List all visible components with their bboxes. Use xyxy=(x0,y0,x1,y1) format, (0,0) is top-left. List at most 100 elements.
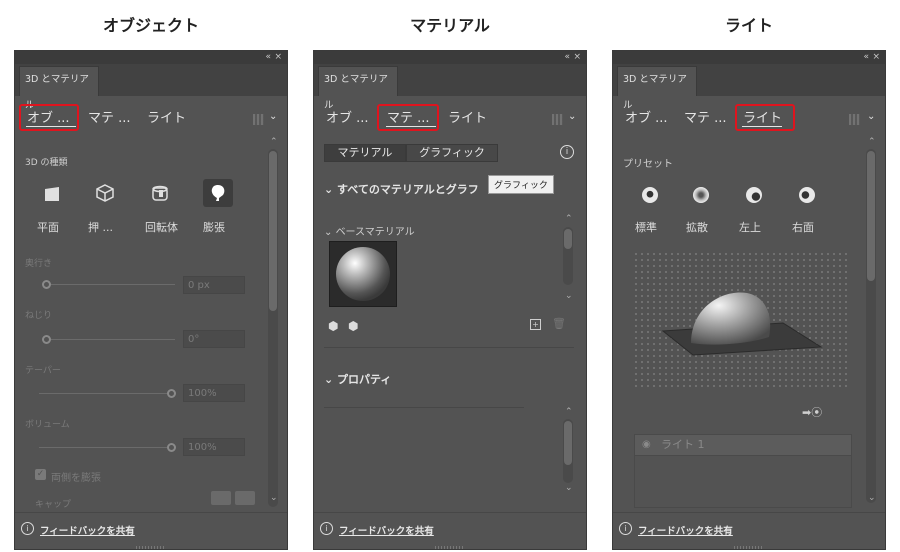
list-scrollbar[interactable] xyxy=(563,227,573,285)
properties-label: プロパティ xyxy=(337,373,392,386)
eye-icon[interactable]: ◉ xyxy=(642,435,651,455)
resize-grip[interactable] xyxy=(435,546,465,549)
light-list-area xyxy=(634,456,852,508)
segment-material[interactable]: マテリアル xyxy=(324,144,406,162)
scroll-up-icon[interactable]: ⌃ xyxy=(868,137,876,147)
tab-3d-materials[interactable]: 3D とマテリアル xyxy=(617,66,697,111)
presets-label: プリセット xyxy=(623,159,673,170)
nav-material[interactable]: マテ ... xyxy=(684,107,727,126)
scroll-down-icon[interactable]: ⌄ xyxy=(565,483,573,493)
nav-light[interactable]: ライト xyxy=(147,107,186,126)
light-list-item[interactable]: ◉ ライト 1 xyxy=(634,434,852,456)
light-panel: « × 3D とマテリアル オブ ... マテ ... ライト ⌄ プリセット … xyxy=(612,50,886,550)
divider xyxy=(324,347,574,348)
tab-3d-materials[interactable]: 3D とマテリアル xyxy=(19,66,99,111)
preset-right-label: 右面 xyxy=(792,221,814,234)
collapse-icon[interactable]: « xyxy=(863,51,869,64)
preset-diffuse-label: 拡散 xyxy=(686,221,708,234)
type-plane-label: 平面 xyxy=(37,221,59,234)
feedback-link[interactable]: フィードバックを共有 xyxy=(638,523,733,537)
volume-label: ボリューム xyxy=(25,420,70,430)
scrollbar[interactable] xyxy=(268,149,278,507)
tab-3d-materials[interactable]: 3D とマテリアル xyxy=(318,66,398,111)
close-icon[interactable]: × xyxy=(872,51,880,64)
preset-standard-icon[interactable] xyxy=(642,187,658,203)
volume-slider-knob[interactable] xyxy=(167,443,176,452)
cap-button-2[interactable] xyxy=(235,491,255,505)
panel-titlebar: « × xyxy=(613,51,885,64)
nav-light[interactable]: ライト xyxy=(448,107,487,126)
both-sides-checkbox[interactable]: ✓ xyxy=(35,469,46,480)
nav-object[interactable]: オブ ... xyxy=(625,107,668,126)
plane-icon[interactable] xyxy=(43,185,61,203)
type-inflate-label: 膨張 xyxy=(203,221,225,234)
preset-diffuse-icon[interactable] xyxy=(693,187,709,203)
object-column-title: オブジェクト xyxy=(102,16,199,35)
scroll-up-icon[interactable]: ⌃ xyxy=(565,407,573,417)
light-preview-canvas[interactable] xyxy=(633,251,851,391)
chevron-down-icon[interactable]: ⌄ xyxy=(269,111,277,122)
scrollbar[interactable] xyxy=(563,419,573,483)
expand-chevron-icon: ⌄ xyxy=(324,183,338,196)
move-light-icon[interactable]: ➡⦿ xyxy=(802,404,822,420)
scroll-down-icon[interactable]: ⌄ xyxy=(868,493,876,503)
twist-field[interactable]: 0° xyxy=(183,330,245,348)
feedback-link[interactable]: フィードバックを共有 xyxy=(339,523,434,537)
collapse-icon[interactable]: « xyxy=(564,51,570,64)
collapse-icon[interactable]: « xyxy=(265,51,271,64)
inflate-icon[interactable] xyxy=(209,184,227,202)
cube-icon[interactable]: ⬢ xyxy=(328,319,338,333)
twist-label: ねじり xyxy=(25,311,53,321)
panel-titlebar: « × xyxy=(314,51,586,64)
taper-field[interactable]: 100% xyxy=(183,384,245,402)
light-item-label: ライト 1 xyxy=(661,438,705,451)
scrollbar-thumb[interactable] xyxy=(269,151,277,311)
render-preview-icon[interactable] xyxy=(253,114,264,125)
list-scroll-up-icon[interactable]: ⌃ xyxy=(565,214,573,224)
preset-top-left-icon[interactable] xyxy=(746,187,762,203)
panel-footer: i フィードバックを共有 xyxy=(613,512,885,549)
segment-graphic[interactable]: グラフィック xyxy=(406,144,498,162)
depth-slider-knob[interactable] xyxy=(42,280,51,289)
render-preview-icon[interactable] xyxy=(552,114,563,125)
scrollbar-thumb[interactable] xyxy=(867,151,875,281)
scrollbar[interactable] xyxy=(866,149,876,503)
preset-right-icon[interactable] xyxy=(799,187,815,203)
add-material-icon[interactable]: + xyxy=(530,319,541,330)
close-icon[interactable]: × xyxy=(274,51,282,64)
panel-titlebar: « × xyxy=(15,51,287,64)
volume-field[interactable]: 100% xyxy=(183,438,245,456)
trash-icon[interactable]: 🗑 xyxy=(552,317,566,330)
render-preview-icon[interactable] xyxy=(849,114,860,125)
light-column-title: ライト xyxy=(724,16,773,35)
feedback-link[interactable]: フィードバックを共有 xyxy=(40,523,135,537)
base-material-header[interactable]: ⌄ ベースマテリアル xyxy=(324,223,415,238)
volume-slider-track xyxy=(39,447,167,448)
list-scroll-down-icon[interactable]: ⌄ xyxy=(565,291,573,301)
extrude-icon[interactable] xyxy=(96,184,114,202)
scrollbar-thumb[interactable] xyxy=(564,421,572,465)
scroll-down-icon[interactable]: ⌄ xyxy=(270,493,278,503)
taper-slider-knob[interactable] xyxy=(167,389,176,398)
chevron-down-icon[interactable]: ⌄ xyxy=(867,111,875,122)
both-sides-label: 両側を膨張 xyxy=(51,473,101,484)
import-material-icon[interactable]: ⬢ xyxy=(348,319,358,333)
info-icon[interactable]: i xyxy=(560,145,574,159)
highlight-box xyxy=(19,104,79,131)
nav-material[interactable]: マテ ... xyxy=(88,107,131,126)
properties-header[interactable]: ⌄ プロパティ xyxy=(324,371,391,387)
cap-button-1[interactable] xyxy=(211,491,231,505)
nav-object[interactable]: オブ ... xyxy=(326,107,369,126)
twist-slider-knob[interactable] xyxy=(42,335,51,344)
all-materials-header[interactable]: ⌄ すべてのマテリアルとグラフ xyxy=(324,181,479,197)
chevron-down-icon[interactable]: ⌄ xyxy=(568,111,576,122)
scroll-up-icon[interactable]: ⌃ xyxy=(270,137,278,147)
revolve-icon[interactable] xyxy=(151,184,169,202)
list-scrollbar-thumb[interactable] xyxy=(564,229,572,249)
depth-field[interactable]: 0 px xyxy=(183,276,245,294)
resize-grip[interactable] xyxy=(734,546,764,549)
base-material-swatch[interactable] xyxy=(329,241,397,307)
resize-grip[interactable] xyxy=(136,546,166,549)
section-title: 3D の種類 xyxy=(25,158,68,168)
close-icon[interactable]: × xyxy=(573,51,581,64)
